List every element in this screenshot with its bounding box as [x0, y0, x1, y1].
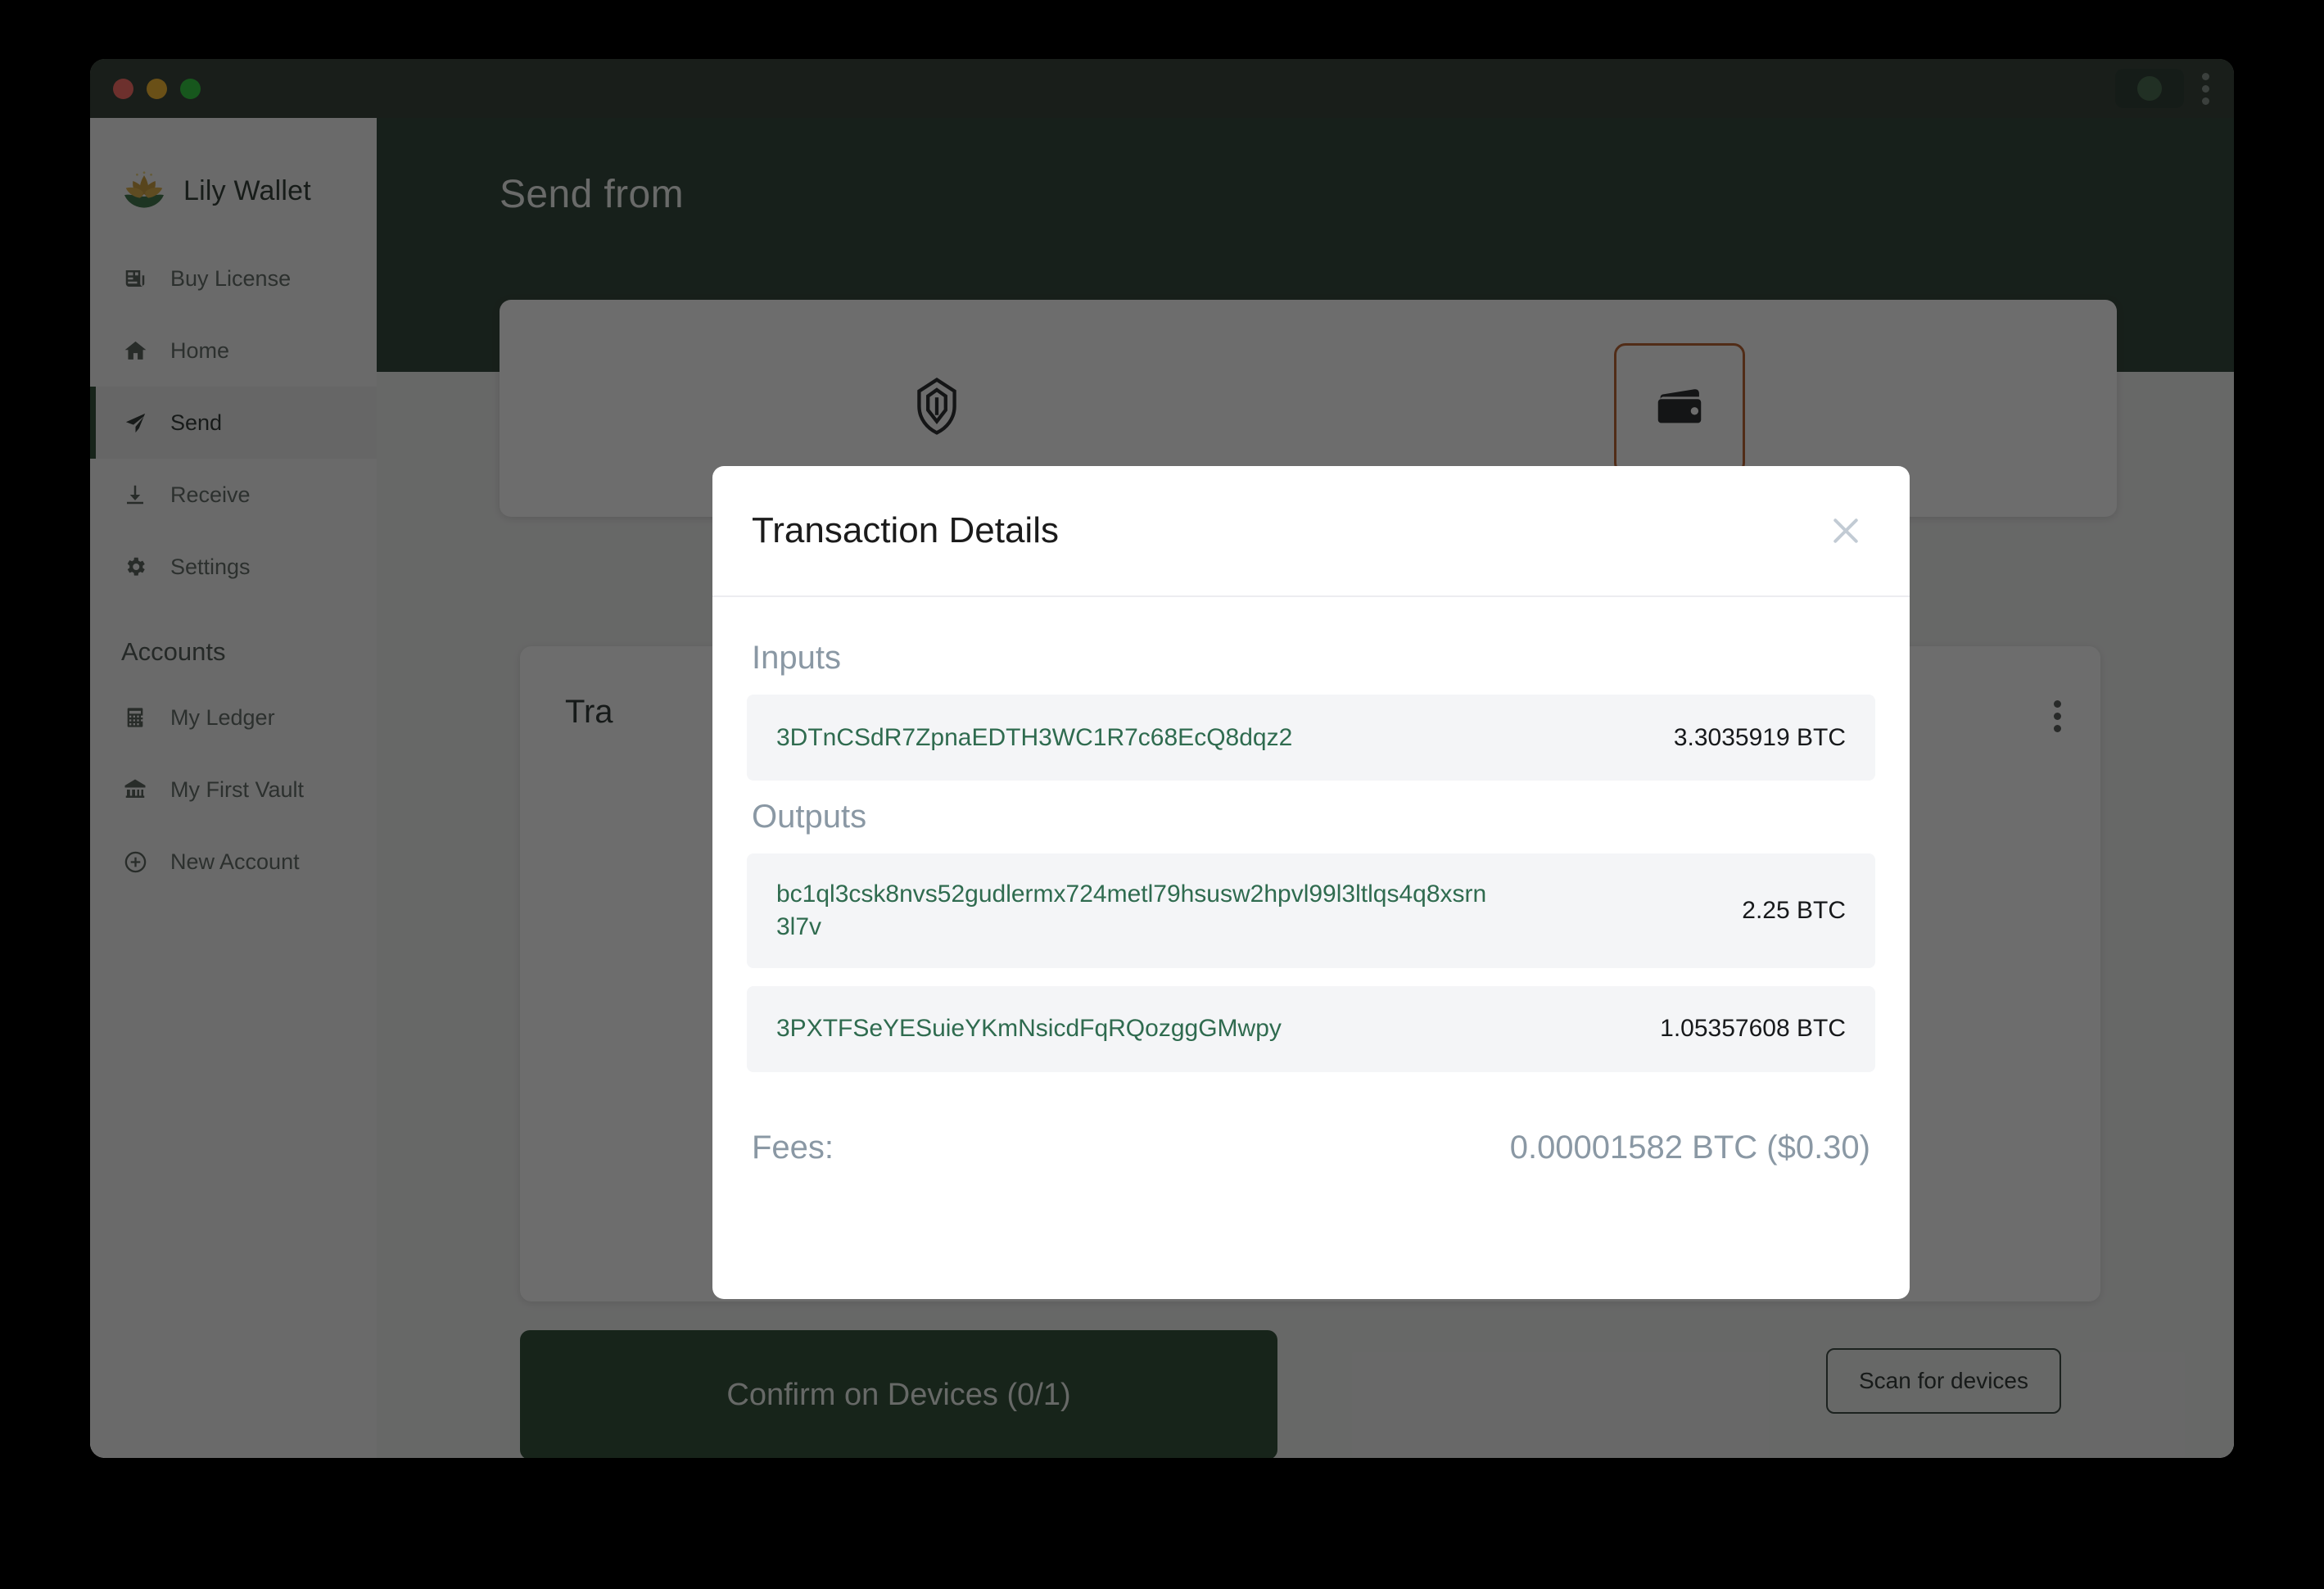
modal-body: Inputs 3DTnCSdR7ZpnaEDTH3WC1R7c68EcQ8dqz…	[712, 597, 1910, 1166]
inputs-heading: Inputs	[752, 640, 841, 676]
transaction-details-modal: Transaction Details Inputs 3DTnCSdR7Zpna…	[712, 466, 1910, 1299]
input-address[interactable]: 3DTnCSdR7ZpnaEDTH3WC1R7c68EcQ8dqz2	[776, 722, 1292, 754]
modal-title: Transaction Details	[752, 510, 1059, 550]
output-address[interactable]: bc1ql3csk8nvs52gudlermx724metl79hsusw2hp…	[776, 878, 1497, 944]
fees-row: Fees: 0.00001582 BTC ($0.30)	[747, 1090, 1875, 1166]
fees-label: Fees:	[752, 1129, 834, 1166]
output-row: 3PXTFSeYESuieYKmNsicdFqRQozggGMwpy 1.053…	[747, 985, 1875, 1072]
input-amount: 3.3035919 BTC	[1673, 723, 1846, 751]
output-amount: 1.05357608 BTC	[1660, 1015, 1846, 1043]
output-amount: 2.25 BTC	[1742, 896, 1846, 924]
app-window: Lily Wallet Buy License Home	[90, 59, 2234, 1458]
output-address[interactable]: 3PXTFSeYESuieYKmNsicdFqRQozggGMwpy	[776, 1012, 1282, 1045]
input-row: 3DTnCSdR7ZpnaEDTH3WC1R7c68EcQ8dqz2 3.303…	[747, 695, 1875, 781]
modal-header: Transaction Details	[712, 466, 1910, 597]
output-row: bc1ql3csk8nvs52gudlermx724metl79hsusw2hp…	[747, 853, 1875, 968]
close-icon[interactable]	[1828, 513, 1864, 549]
fees-value: 0.00001582 BTC ($0.30)	[1509, 1129, 1870, 1166]
outputs-heading: Outputs	[752, 799, 867, 835]
